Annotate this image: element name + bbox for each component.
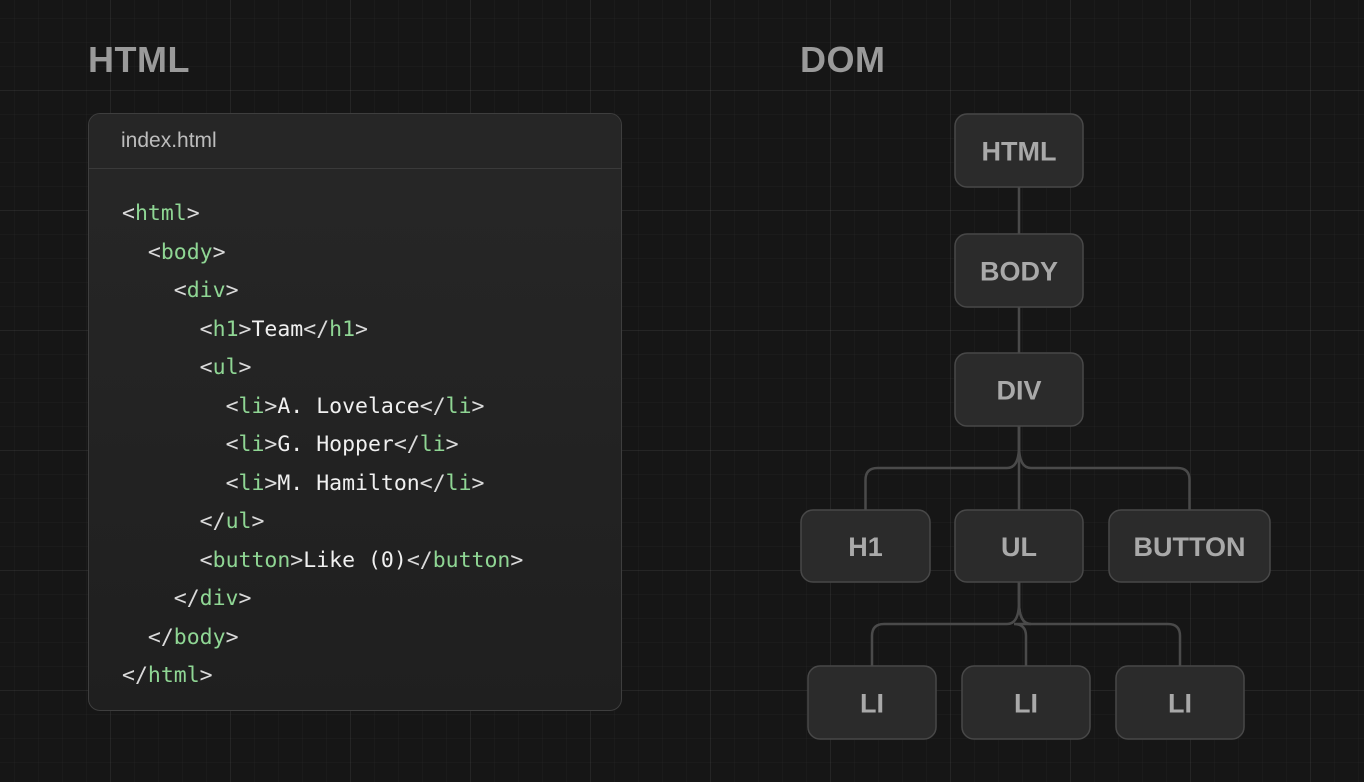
dom-node-label: BUTTON [1134,532,1246,562]
tree-edge-div-button [1017,445,1191,510]
tree-edge-ul-li2 [1013,601,1032,666]
dom-node-label: DIV [996,376,1041,406]
tree-edge-ul-li1 [870,601,1021,666]
dom-node-label: UL [1001,532,1037,562]
dom-node-div[interactable]: DIV [954,352,1084,427]
tree-edge-div-h1 [864,445,1021,510]
dom-node-li3[interactable]: LI [1115,665,1245,740]
dom-tree-diagram: HTML BODY DIV H1 UL BUTTON LI LI LI [800,113,1271,740]
dom-node-label: HTML [982,137,1057,167]
dom-node-ul[interactable]: UL [954,509,1084,583]
dom-node-button[interactable]: BUTTON [1108,509,1271,583]
dom-node-label: LI [1014,689,1038,719]
dom-node-html[interactable]: HTML [954,113,1084,188]
dom-node-label: LI [1168,689,1192,719]
dom-node-h1[interactable]: H1 [800,509,931,583]
dom-node-li1[interactable]: LI [807,665,937,740]
dom-node-label: H1 [848,532,883,562]
tree-edge-ul-li3 [1017,601,1182,666]
dom-node-body[interactable]: BODY [954,233,1084,308]
dom-node-label: LI [860,689,884,719]
dom-node-label: BODY [980,257,1058,287]
dom-node-li2[interactable]: LI [961,665,1091,740]
